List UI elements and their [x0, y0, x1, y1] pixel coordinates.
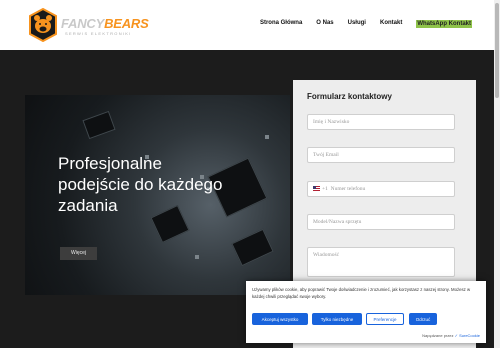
- phone-prefix: +1: [322, 186, 328, 192]
- chip-shape: [231, 228, 274, 267]
- logo-bears: BEARS: [104, 16, 149, 31]
- more-button[interactable]: Więcej: [60, 247, 97, 260]
- scrollbar-thumb[interactable]: [495, 3, 499, 98]
- logo-wordmark: FANCYBEARS: [61, 16, 149, 31]
- message-field[interactable]: Wiadomość: [307, 247, 455, 277]
- cookie-banner: Używamy plików cookie, aby poprawić Twoj…: [246, 281, 486, 343]
- cookie-powered-by: Napędzane przez ✓ SureCookie: [422, 333, 480, 338]
- nav-services[interactable]: Usługi: [348, 20, 366, 28]
- chip-shape: [82, 110, 116, 140]
- site-header: FANCYBEARS SERWIS ELEKTRONIKI Strona Głó…: [0, 0, 500, 50]
- scrollbar[interactable]: [494, 0, 500, 348]
- phone-placeholder: Numer telefonu: [330, 186, 366, 192]
- powered-by-label: Napędzane przez: [422, 333, 454, 338]
- form-title: Formularz kontaktowy: [307, 92, 392, 101]
- main-nav: Strona Główna O Nas Usługi Kontakt Whats…: [246, 20, 472, 28]
- device-field[interactable]: Model/Nazwa sprzętu: [307, 214, 455, 230]
- preferences-button[interactable]: Preferencje: [366, 313, 404, 325]
- nav-whatsapp[interactable]: WhatsApp Kontakt: [416, 20, 472, 28]
- surecookie-icon: ✓: [454, 333, 458, 338]
- necessary-only-button[interactable]: Tylko niezbędne: [312, 313, 362, 325]
- nav-about[interactable]: O Nas: [316, 20, 333, 28]
- hero-title: Profesjonalne podejście do każdego zadan…: [58, 154, 223, 215]
- logo[interactable]: FANCYBEARS SERWIS ELEKTRONIKI: [29, 8, 149, 42]
- bear-logo-icon: [29, 8, 57, 42]
- reject-button[interactable]: Odrzuć: [409, 313, 437, 325]
- logo-tagline: SERWIS ELEKTRONIKI: [65, 31, 132, 36]
- nav-home[interactable]: Strona Główna: [260, 20, 302, 28]
- name-field[interactable]: Imię i Nazwisko: [307, 114, 455, 130]
- email-field[interactable]: Twój Email: [307, 147, 455, 163]
- us-flag-icon[interactable]: [313, 186, 320, 192]
- powered-by-brand[interactable]: SureCookie: [459, 333, 480, 338]
- phone-field[interactable]: +1 Numer telefonu: [307, 181, 455, 197]
- accept-all-button[interactable]: Akceptuj wszystko: [252, 313, 308, 325]
- cookie-text: Używamy plików cookie, aby poprawić Twoj…: [252, 287, 471, 299]
- logo-fancy: FANCY: [61, 16, 105, 31]
- pad-shape: [195, 255, 199, 259]
- pad-shape: [265, 135, 269, 139]
- nav-contact[interactable]: Kontakt: [380, 20, 402, 28]
